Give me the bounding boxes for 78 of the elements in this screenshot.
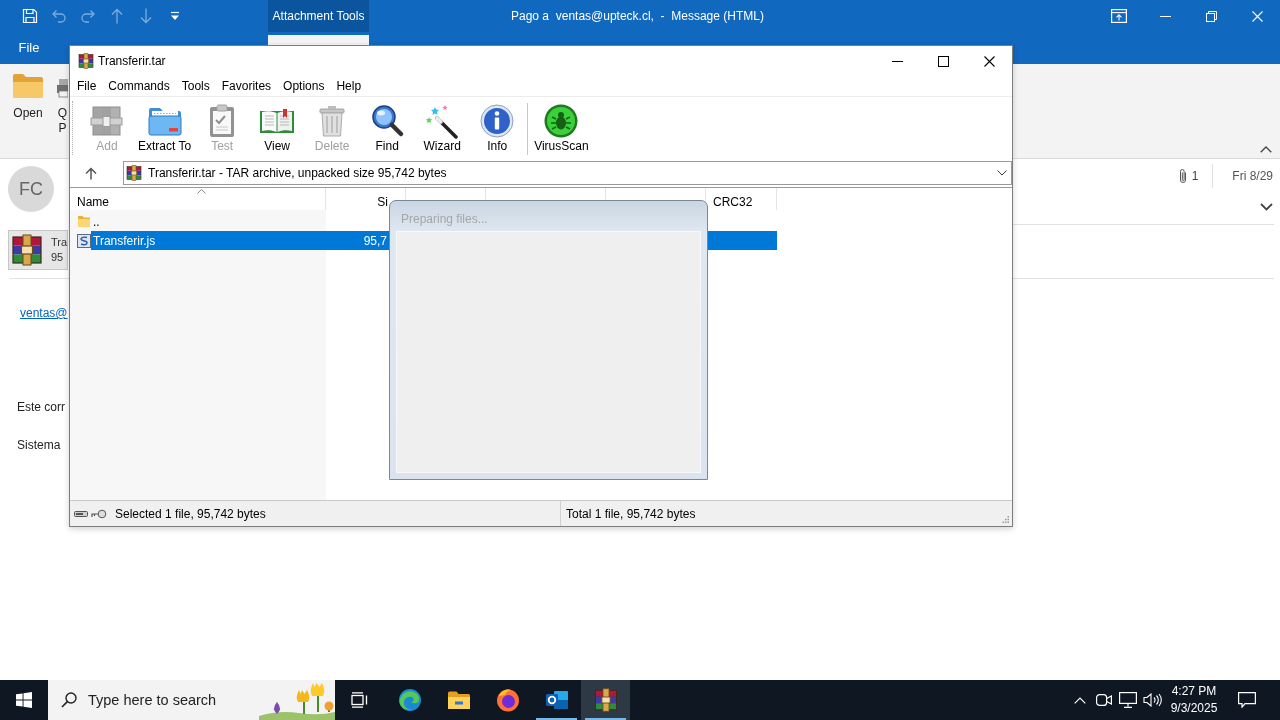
avatar: FC bbox=[8, 166, 54, 212]
notification-icon[interactable] bbox=[1238, 692, 1256, 708]
status-text: Selected 1 file, 95,742 bytes bbox=[115, 506, 266, 521]
taskbar-button[interactable] bbox=[581, 680, 630, 720]
bug-icon bbox=[543, 103, 580, 139]
floppy-disk-icon[interactable] bbox=[21, 8, 38, 24]
menu-item[interactable]: Tools bbox=[175, 76, 216, 96]
column-header[interactable]: Si bbox=[377, 195, 388, 209]
attachment-count: 1 bbox=[1191, 169, 1199, 183]
monitor-icon[interactable] bbox=[1119, 692, 1137, 708]
ribbon-display-icon[interactable] bbox=[1111, 9, 1127, 23]
search-icon bbox=[61, 692, 77, 708]
key-icon bbox=[91, 508, 107, 519]
mail-app-icon bbox=[544, 688, 569, 712]
maximize-icon[interactable] bbox=[937, 55, 949, 67]
chevron-down-icon[interactable] bbox=[997, 170, 1007, 176]
view-button[interactable]: View bbox=[250, 97, 305, 153]
clock-time[interactable]: 4:27 PM bbox=[1171, 683, 1217, 700]
body-text: Sistema bbox=[17, 437, 61, 453]
menu-item[interactable]: Favorites bbox=[215, 76, 278, 96]
up-arrow-icon[interactable] bbox=[85, 166, 97, 180]
chevron-up-icon[interactable] bbox=[1260, 146, 1272, 153]
status-text: Total 1 file, 95,742 bytes bbox=[566, 506, 696, 521]
search-field[interactable]: Type here to search bbox=[48, 680, 335, 720]
swirl-icon bbox=[397, 688, 422, 712]
column-header[interactable]: CRC32 bbox=[713, 195, 753, 209]
speaker-icon[interactable] bbox=[1142, 693, 1162, 707]
books-belt-icon bbox=[593, 688, 618, 712]
file-size: 95,7 bbox=[363, 233, 387, 248]
attachment-name: Tra bbox=[51, 235, 68, 250]
window-title: Pago a ventas@upteck.cl, - Message (HTML) bbox=[511, 9, 764, 23]
video-camera-icon[interactable] bbox=[1096, 694, 1112, 706]
restore-icon[interactable] bbox=[1205, 10, 1217, 22]
chevron-down-icon[interactable] bbox=[1260, 203, 1273, 211]
folder-icon bbox=[12, 73, 44, 99]
close-icon[interactable] bbox=[983, 55, 995, 67]
minimize-icon[interactable] bbox=[891, 60, 903, 62]
attachment-tile[interactable]: Tra 95 bbox=[8, 230, 68, 270]
magic-wand-icon bbox=[424, 103, 461, 139]
menu-item[interactable]: Options bbox=[277, 76, 331, 96]
books-belt-icon bbox=[126, 165, 142, 181]
path-combobox[interactable]: Transferir.tar - TAR archive, unpacked size 95,742 bytes bbox=[123, 161, 1012, 185]
body-text: Este corr bbox=[17, 399, 65, 415]
script-file-icon bbox=[77, 233, 91, 248]
menu-item[interactable]: Help bbox=[330, 76, 368, 96]
customize-caret-icon[interactable] bbox=[169, 11, 180, 21]
dialog-title: Preparing files... bbox=[401, 212, 488, 226]
info-button[interactable]: Info bbox=[470, 97, 525, 153]
date-label: Fri 8/29 bbox=[1232, 169, 1273, 183]
virus-scan-button[interactable]: VirusScan bbox=[531, 97, 592, 153]
books-belt-icon bbox=[78, 53, 94, 69]
flame-globe-icon bbox=[495, 688, 520, 712]
resize-grip-icon[interactable] bbox=[1002, 516, 1009, 523]
email-link[interactable]: ventas@ bbox=[20, 305, 68, 321]
menu-item[interactable]: Commands bbox=[102, 76, 176, 96]
column-header[interactable]: Name bbox=[77, 195, 109, 209]
folder-icon bbox=[446, 690, 471, 710]
open-button[interactable]: Open bbox=[0, 64, 56, 158]
folder-icon bbox=[77, 215, 91, 228]
wizard-button[interactable]: Wizard bbox=[415, 97, 470, 153]
tab-group-header: Attachment Tools bbox=[268, 0, 369, 32]
start-menu-icon[interactable] bbox=[16, 692, 32, 708]
info-icon bbox=[479, 103, 516, 139]
search-icon bbox=[369, 103, 406, 139]
drive-icon bbox=[74, 509, 88, 518]
books-belt-icon bbox=[89, 103, 125, 139]
file-tab[interactable]: File bbox=[0, 32, 58, 64]
paperclip-icon bbox=[1178, 168, 1187, 184]
clock-date[interactable]: 9/3/2025 bbox=[1170, 700, 1218, 717]
find-button[interactable]: Find bbox=[360, 97, 415, 153]
task-view-icon[interactable] bbox=[351, 692, 369, 708]
file-name: Transferir.js bbox=[93, 233, 156, 248]
menu-item[interactable]: File bbox=[71, 76, 103, 96]
attachment-size: 95 bbox=[51, 250, 64, 265]
books-belt-icon bbox=[11, 234, 43, 266]
print-button[interactable]: Q P bbox=[57, 64, 68, 158]
extract-to-button[interactable]: Extract To bbox=[135, 97, 195, 153]
window-title: Transferir.tar bbox=[98, 54, 166, 68]
